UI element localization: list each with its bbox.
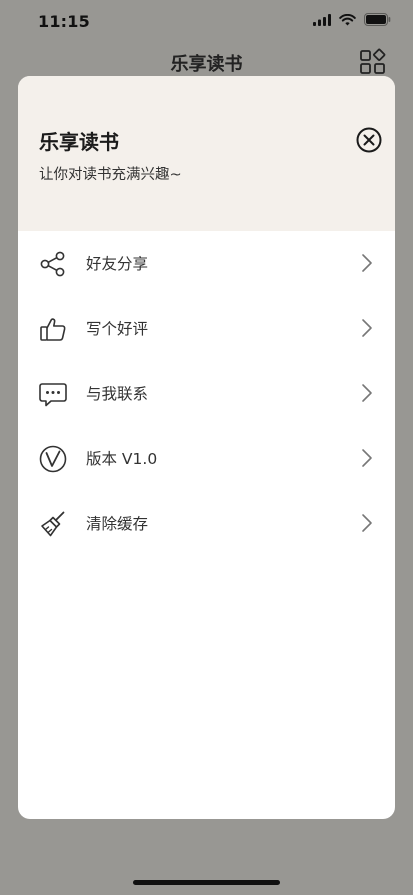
home-indicator[interactable] [133, 880, 280, 885]
menu-item-contact[interactable]: 与我联系 [18, 361, 395, 426]
sheet-header: 乐享读书 让你对读书充满兴趣~ [18, 76, 395, 231]
status-time: 11:15 [38, 12, 90, 31]
menu-list: 好友分享 写个好评 与我联系 版本 V1.0 清除缓存 [18, 231, 395, 556]
sheet-title: 乐享读书 [39, 130, 119, 154]
menu-item-version[interactable]: 版本 V1.0 [18, 426, 395, 491]
menu-item-share[interactable]: 好友分享 [18, 231, 395, 296]
menu-sheet: 乐享读书 让你对读书充满兴趣~ 好友分享 写个好评 与我联系 版本 V1.0 清… [18, 76, 395, 819]
chevron-right-icon [361, 383, 373, 403]
broom-icon [39, 510, 67, 538]
message-icon [39, 380, 67, 408]
thumbs-up-icon [39, 315, 67, 343]
chevron-right-icon [361, 318, 373, 338]
sheet-subtitle: 让你对读书充满兴趣~ [39, 167, 182, 183]
wifi-icon [339, 13, 356, 26]
grid-icon[interactable] [359, 48, 387, 76]
menu-item-clear-cache[interactable]: 清除缓存 [18, 491, 395, 556]
status-bar: 11:15 [0, 0, 413, 46]
status-icons [313, 13, 391, 26]
menu-item-label: 版本 V1.0 [86, 450, 158, 468]
chevron-right-icon [361, 513, 373, 533]
menu-item-label: 与我联系 [86, 385, 149, 403]
menu-item-label: 好友分享 [86, 255, 149, 273]
nav-bar: 乐享读书 [0, 44, 413, 80]
close-circle-icon[interactable] [356, 127, 382, 153]
battery-icon [364, 13, 391, 26]
menu-item-label: 写个好评 [86, 320, 149, 338]
nav-title: 乐享读书 [170, 54, 243, 75]
signal-icon [313, 13, 331, 26]
version-icon [39, 445, 67, 473]
menu-item-label: 清除缓存 [86, 515, 149, 533]
chevron-right-icon [361, 253, 373, 273]
menu-item-review[interactable]: 写个好评 [18, 296, 395, 361]
share-icon [39, 250, 67, 278]
chevron-right-icon [361, 448, 373, 468]
